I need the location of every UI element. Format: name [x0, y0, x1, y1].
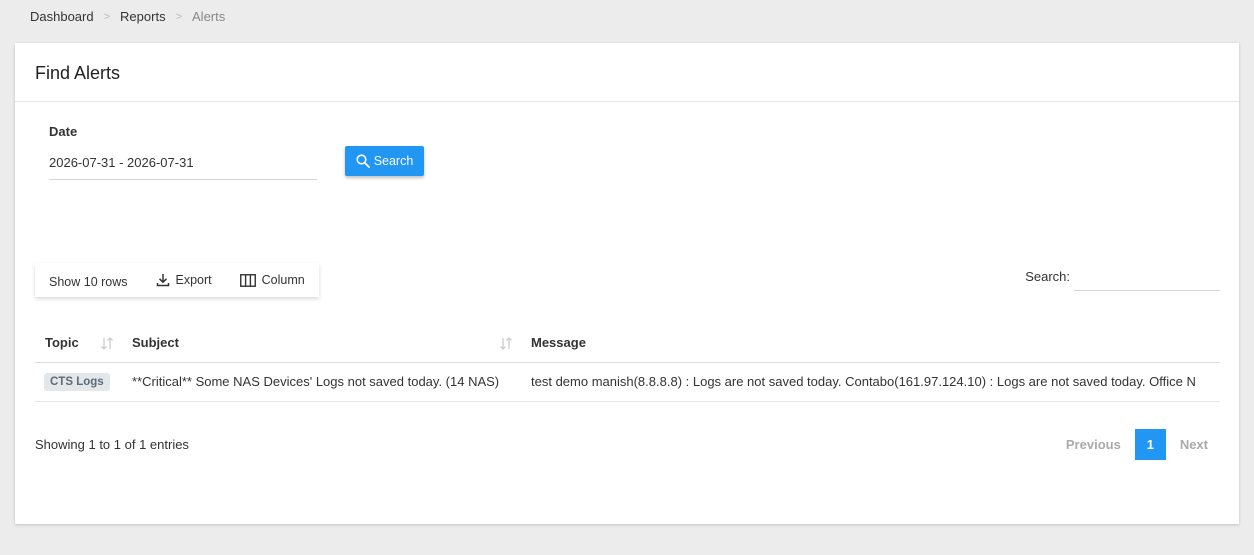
table-header-row: Topic Subject Message: [35, 323, 1220, 363]
table-search-input[interactable]: [1074, 261, 1220, 291]
table-search-label: Search:: [1025, 268, 1070, 284]
breadcrumb-dashboard[interactable]: Dashboard: [30, 9, 94, 24]
cell-message: test demo manish(8.8.8.8) : Logs are not…: [521, 362, 1220, 402]
column-header-topic-label: Topic: [45, 334, 79, 350]
search-button-label: Search: [373, 154, 414, 168]
search-button[interactable]: Search: [345, 146, 424, 176]
table-row[interactable]: CTS Logs **Critical** Some NAS Devices' …: [35, 362, 1220, 402]
previous-page-button[interactable]: Previous: [1054, 437, 1133, 452]
entries-info: Showing 1 to 1 of 1 entries: [35, 437, 189, 452]
next-page-button[interactable]: Next: [1168, 437, 1220, 452]
alerts-table: Topic Subject Message CTS Logs **Critica…: [35, 323, 1220, 402]
show-rows-button[interactable]: Show 10 rows: [35, 263, 142, 297]
topic-badge: CTS Logs: [44, 372, 110, 391]
breadcrumb-separator: >: [103, 10, 111, 23]
find-alerts-card: Find Alerts Date 2026-07-31 - 2026-07-31…: [15, 43, 1239, 524]
sort-icon: [500, 337, 512, 350]
breadcrumb: Dashboard > Reports > Alerts: [30, 9, 225, 24]
pagination: Previous 1 Next: [1054, 429, 1220, 460]
column-label: Column: [261, 273, 305, 287]
breadcrumb-alerts: Alerts: [192, 9, 226, 24]
columns-icon: [239, 273, 256, 287]
cell-subject: **Critical** Some NAS Devices' Logs not …: [122, 362, 521, 402]
export-button[interactable]: Export: [142, 263, 226, 297]
breadcrumb-separator: >: [175, 10, 183, 23]
sort-icon: [101, 337, 113, 350]
column-header-message-label: Message: [531, 334, 586, 350]
column-header-subject[interactable]: Subject: [122, 323, 521, 363]
page-1-button[interactable]: 1: [1134, 429, 1166, 460]
column-header-topic[interactable]: Topic: [35, 323, 122, 363]
download-icon: [156, 274, 169, 287]
export-label: Export: [175, 273, 212, 287]
cell-topic: CTS Logs: [35, 362, 122, 402]
column-header-subject-label: Subject: [132, 334, 179, 350]
table-search: Search:: [1025, 261, 1220, 291]
column-header-message: Message: [521, 323, 1220, 363]
breadcrumb-reports[interactable]: Reports: [120, 9, 166, 24]
date-range-input[interactable]: 2026-07-31 - 2026-07-31: [49, 148, 317, 180]
search-icon: [356, 154, 370, 168]
show-rows-label: Show 10 rows: [49, 274, 128, 289]
column-button[interactable]: Column: [226, 263, 319, 297]
table-toolbar: Show 10 rows Export Column: [35, 263, 319, 297]
date-label: Date: [49, 124, 78, 139]
card-title: Find Alerts: [15, 43, 1239, 102]
